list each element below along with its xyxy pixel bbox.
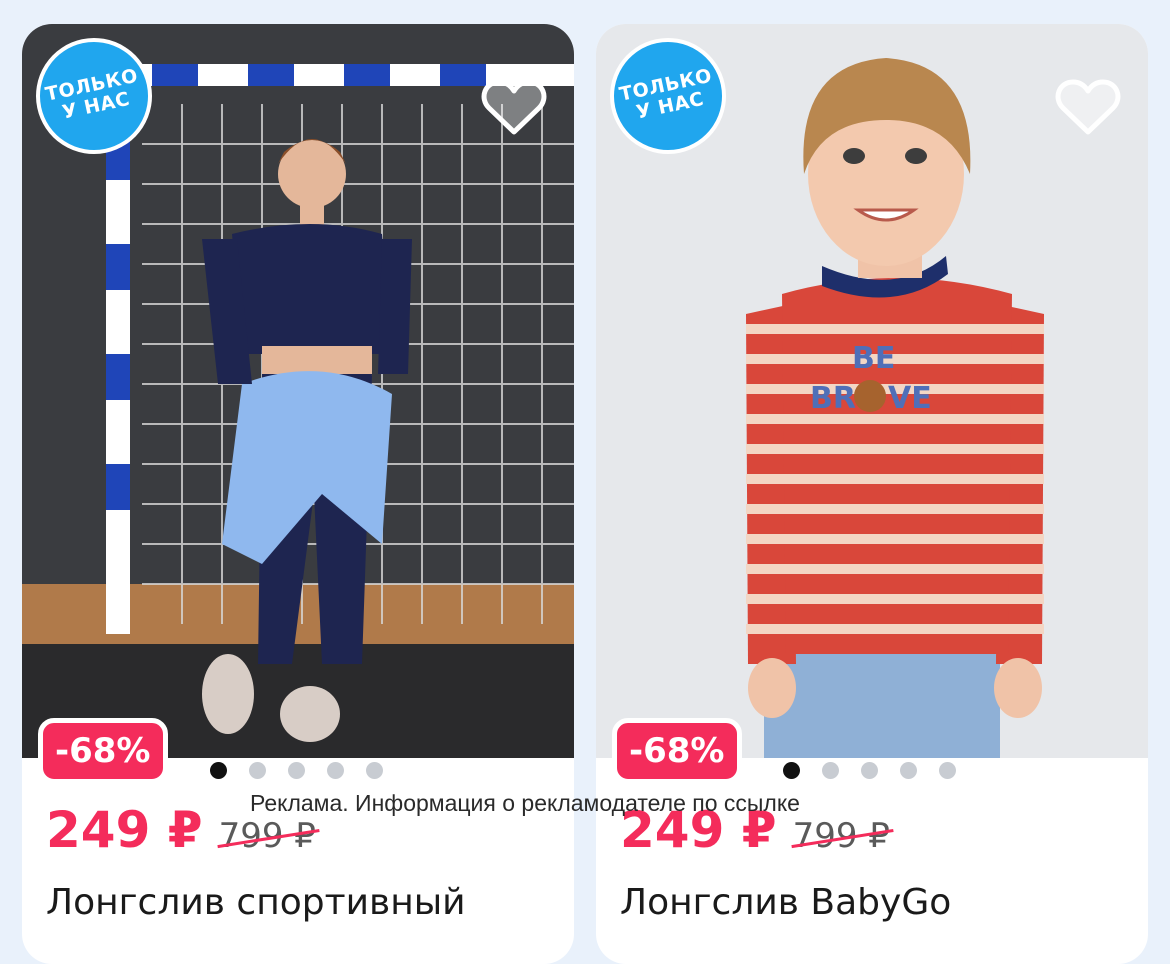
product-card[interactable]: ТОЛЬКО У НАС -68% 249 ₽ 799 ₽ Лонгслив с…	[22, 24, 574, 964]
gallery-dot[interactable]	[288, 762, 305, 779]
heart-outline-icon	[1055, 79, 1121, 135]
gallery-dot[interactable]	[783, 762, 800, 779]
product-title[interactable]: Лонгслив спортивный	[46, 882, 566, 923]
discount-badge: -68%	[38, 718, 168, 784]
old-price: 799 ₽	[792, 816, 890, 856]
gallery-dot[interactable]	[249, 762, 266, 779]
current-price: 249 ₽	[46, 801, 203, 859]
discount-badge: -68%	[612, 718, 742, 784]
gallery-pagination[interactable]	[783, 762, 956, 782]
favorite-button[interactable]	[480, 76, 548, 140]
gallery-dot[interactable]	[900, 762, 917, 779]
gallery-dot[interactable]	[939, 762, 956, 779]
heart-outline-icon	[481, 79, 547, 135]
old-price: 799 ₽	[218, 816, 316, 856]
gallery-dot[interactable]	[210, 762, 227, 779]
gallery-dot[interactable]	[861, 762, 878, 779]
exclusive-badge-label: ТОЛЬКО У НАС	[43, 64, 141, 124]
gallery-pagination[interactable]	[210, 762, 383, 782]
product-card[interactable]: BE BR VE ТОЛЬКО У НАС -68% 249 ₽ 799 ₽ Л…	[596, 24, 1148, 964]
gallery-dot[interactable]	[366, 762, 383, 779]
svg-text:BE: BE	[852, 341, 895, 376]
gallery-dot[interactable]	[822, 762, 839, 779]
favorite-button[interactable]	[1054, 76, 1122, 140]
advertiser-disclaimer-link[interactable]: Реклама. Информация о рекламодателе по с…	[250, 790, 930, 817]
exclusive-badge-label: ТОЛЬКО У НАС	[617, 64, 715, 124]
svg-text:VE: VE	[888, 381, 932, 416]
product-title[interactable]: Лонгслив BabyGo	[620, 882, 1140, 923]
gallery-dot[interactable]	[327, 762, 344, 779]
svg-text:BR: BR	[810, 381, 856, 416]
